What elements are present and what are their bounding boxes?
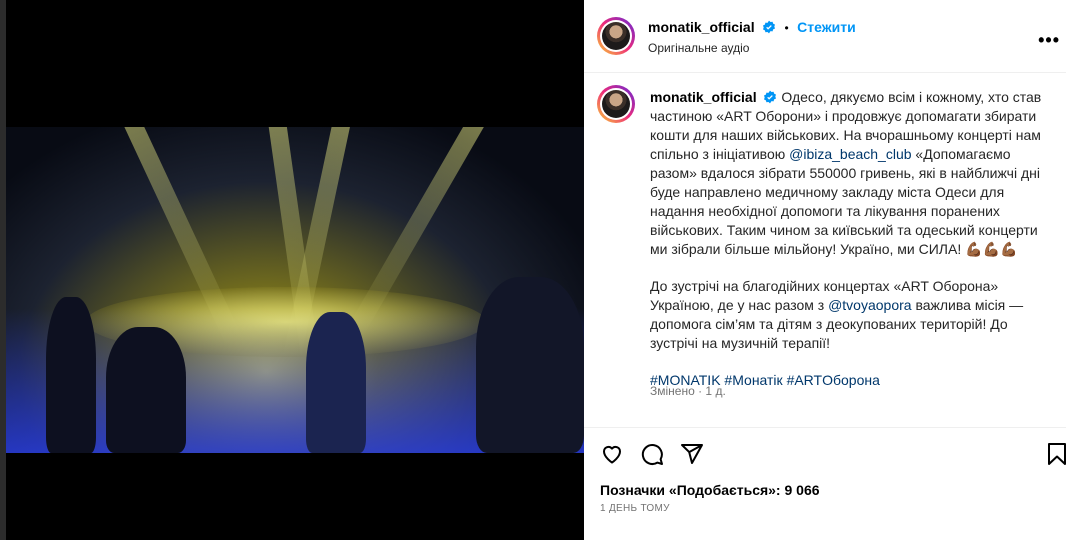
- bookmark-icon[interactable]: [1046, 442, 1066, 466]
- musician-silhouette: [306, 312, 366, 453]
- video-player[interactable]: [6, 127, 584, 453]
- verified-badge-icon: [764, 90, 777, 104]
- caption: monatik_official Одесо, дякуємо всім і к…: [650, 88, 1042, 408]
- more-options-button[interactable]: •••: [1038, 30, 1060, 51]
- musician-silhouette: [106, 327, 186, 453]
- flexed-biceps-emoji: 💪🏾💪🏾💪🏾: [965, 241, 1018, 257]
- mention-link[interactable]: @ibiza_beach_club: [789, 146, 911, 162]
- follow-button[interactable]: Стежити: [797, 19, 856, 35]
- share-icon[interactable]: [680, 442, 704, 466]
- avatar[interactable]: [597, 17, 635, 55]
- post-header: monatik_official • Стежити Оригінальне а…: [584, 0, 1066, 73]
- media-area: [6, 0, 584, 540]
- audio-label[interactable]: Оригінальне аудіо: [648, 41, 749, 55]
- stage-equipment: [476, 277, 584, 453]
- caption-paragraph-2: До зустрічі на благодійних концертах «AR…: [650, 277, 1042, 353]
- hashtag-link[interactable]: #Монатік: [724, 372, 782, 388]
- post-panel: monatik_official • Стежити Оригінальне а…: [584, 0, 1066, 540]
- author-username[interactable]: monatik_official: [648, 19, 755, 35]
- likes-count[interactable]: Позначки «Подобається»: 9 066: [600, 482, 820, 498]
- verified-badge-icon: [763, 20, 776, 34]
- musician-silhouette: [46, 297, 96, 453]
- avatar-photo: [602, 90, 630, 118]
- edited-timestamp: Змінено · 1 д.: [650, 384, 726, 398]
- separator-dot: •: [784, 21, 789, 35]
- caption-username[interactable]: monatik_official: [650, 89, 757, 105]
- hashtag-link[interactable]: #ARTОборона: [787, 372, 880, 388]
- avatar-photo: [602, 22, 630, 50]
- action-bar: [584, 427, 1066, 478]
- post-date[interactable]: 1 ДЕНЬ ТОМУ: [600, 503, 670, 514]
- avatar[interactable]: [597, 85, 635, 123]
- comment-icon[interactable]: [640, 442, 664, 466]
- mention-link[interactable]: @tvoyaopora: [828, 297, 911, 313]
- heart-icon[interactable]: [600, 442, 624, 466]
- caption-paragraph-1: monatik_official Одесо, дякуємо всім і к…: [650, 88, 1042, 259]
